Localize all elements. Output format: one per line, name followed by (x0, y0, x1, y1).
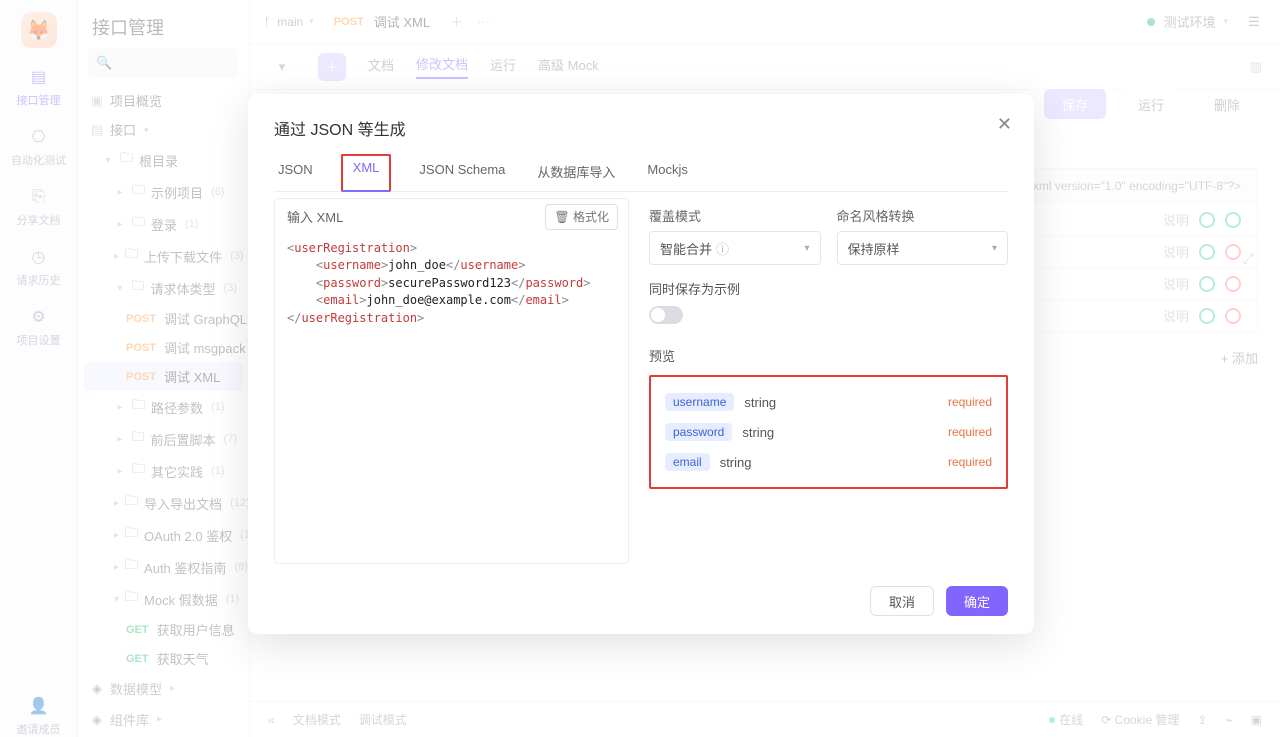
modal-tab-xml[interactable]: XML (341, 154, 392, 192)
naming-label: 命名风格转换 (837, 206, 1009, 225)
modal-tab-json[interactable]: JSON (274, 154, 317, 191)
preview-row: password string required (665, 417, 992, 447)
required-badge: required (948, 455, 992, 469)
save-example-label: 同时保存为示例 (649, 279, 1008, 298)
naming-select[interactable]: 保持原样▾ (837, 231, 1009, 265)
close-icon[interactable]: ✕ (997, 114, 1012, 135)
field-chip: username (665, 393, 734, 411)
required-badge: required (948, 395, 992, 409)
modal-title: 通过 JSON 等生成 (274, 116, 1008, 140)
field-chip: password (665, 423, 732, 441)
preview-row: email string required (665, 447, 992, 477)
field-type: string (742, 425, 774, 440)
modal-tab-从数据库导入[interactable]: 从数据库导入 (533, 154, 619, 191)
required-badge: required (948, 425, 992, 439)
field-type: string (744, 395, 776, 410)
modal-tab-json-schema[interactable]: JSON Schema (415, 154, 509, 191)
save-example-toggle[interactable] (649, 306, 683, 324)
preview-label: 预览 (649, 346, 1008, 365)
import-modal: ✕ 通过 JSON 等生成 JSON XML JSON Schema 从数据库导入 Mo… (248, 94, 1034, 634)
xml-input-label: 输入 XML (287, 207, 343, 226)
xml-input[interactable]: <userRegistration> <username>john_doe</u… (274, 234, 629, 564)
cancel-button[interactable]: 取消 (870, 586, 934, 616)
format-button[interactable]: 🗑 格式化 (545, 204, 618, 230)
ok-button[interactable]: 确定 (946, 586, 1008, 616)
format-icon: 🗑 (554, 210, 569, 224)
modal-tab-mockjs[interactable]: Mockjs (643, 154, 691, 191)
cover-mode-label: 覆盖模式 (649, 206, 821, 225)
field-type: string (720, 455, 752, 470)
info-icon: ⓘ (716, 239, 729, 258)
preview-row: username string required (665, 387, 992, 417)
preview-box: username string required password string requ… (649, 375, 1008, 489)
cover-mode-select[interactable]: 智能合并ⓘ▾ (649, 231, 821, 265)
field-chip: email (665, 453, 710, 471)
